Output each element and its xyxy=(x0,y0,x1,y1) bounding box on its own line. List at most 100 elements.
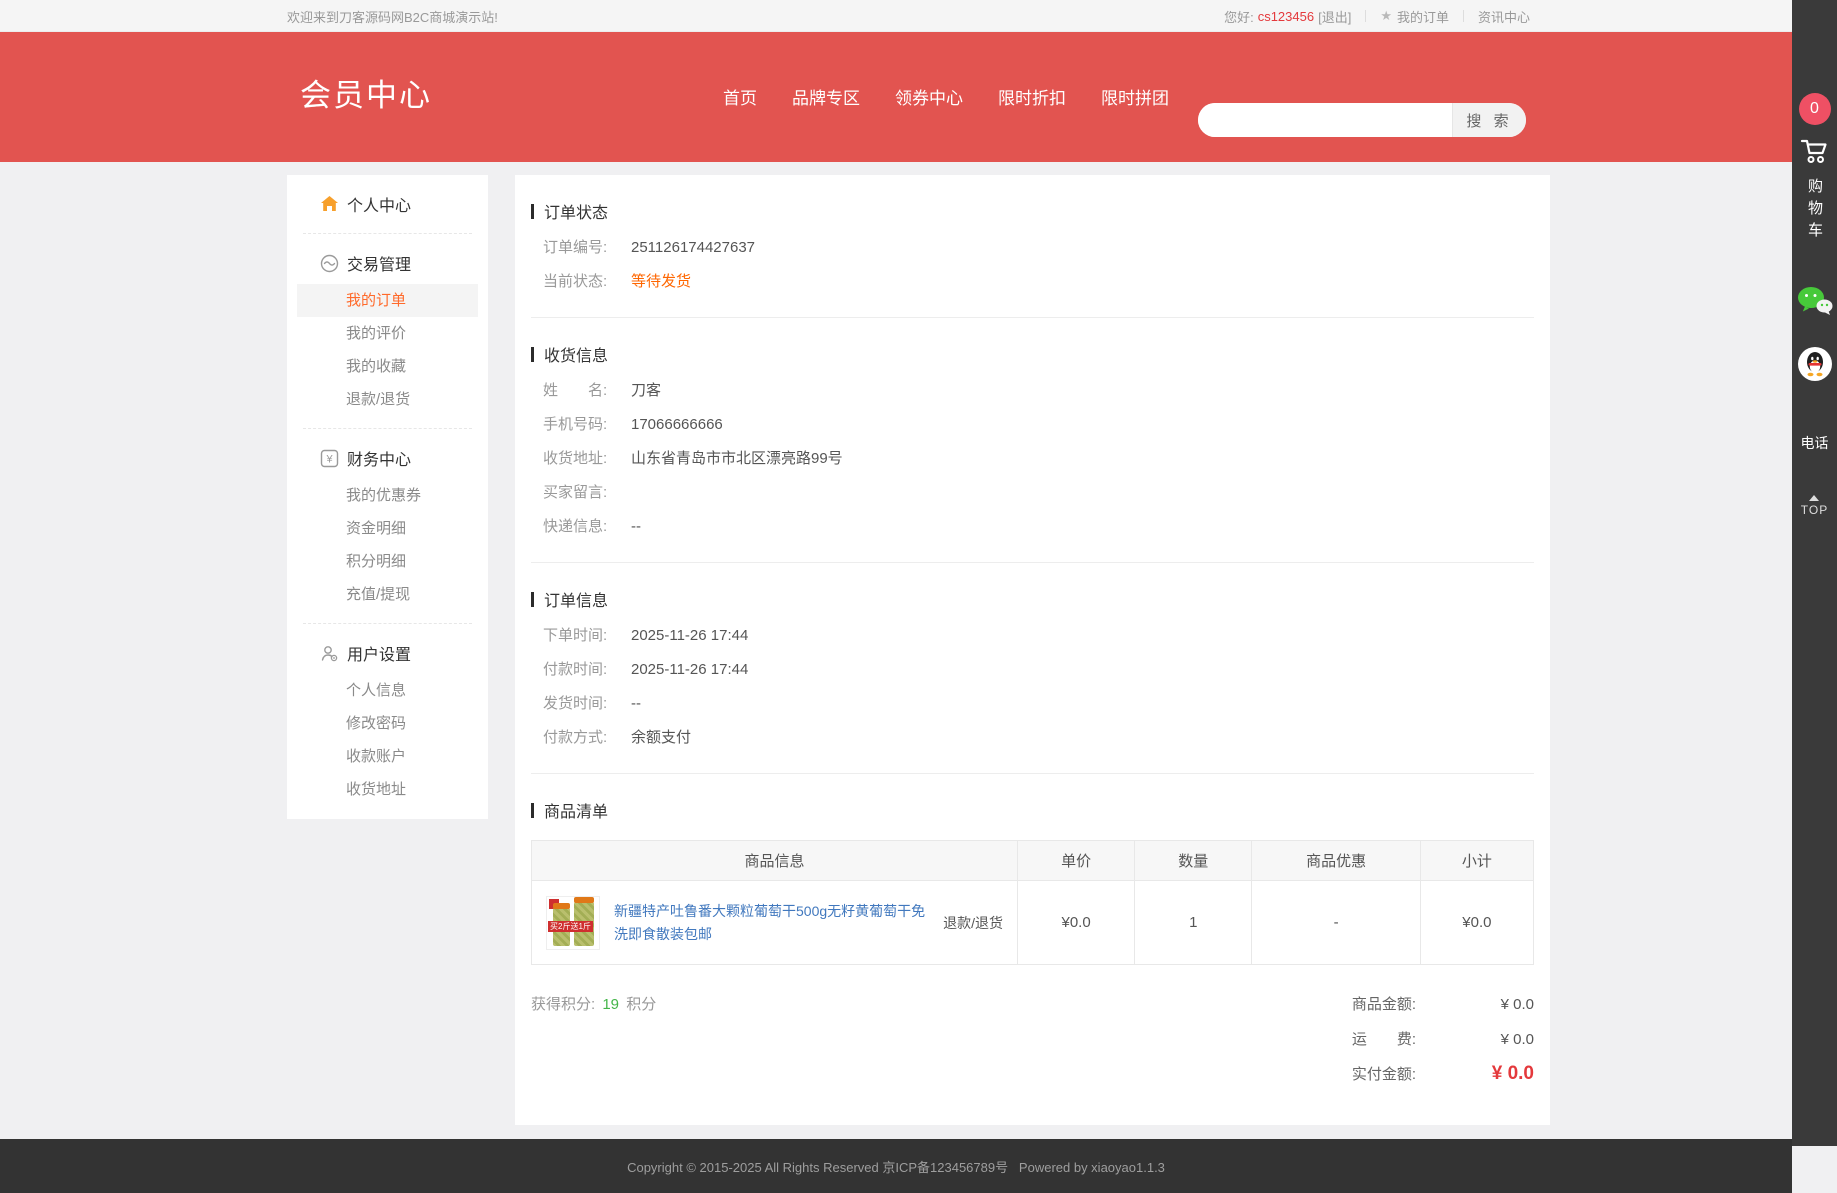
col-quantity: 数量 xyxy=(1135,841,1252,881)
order-status-value: 等待发货 xyxy=(631,272,691,291)
site-logo[interactable]: 会员中心 xyxy=(300,70,432,115)
nav-flash-discount[interactable]: 限时折扣 xyxy=(998,84,1066,109)
shipping-fee-value: ¥ 0.0 xyxy=(1416,1031,1534,1048)
goods-list-section: 商品清单 商品信息 单价 数量 商品优惠 小计 xyxy=(531,774,1534,1125)
section-title: 订单状态 xyxy=(531,199,1534,223)
phone-label: 手机号码: xyxy=(543,415,631,434)
address-value: 山东省青岛市市北区漂亮路99号 xyxy=(631,449,843,468)
phone-label[interactable]: 电话 xyxy=(1801,433,1829,453)
search-button[interactable]: 搜 索 xyxy=(1452,103,1526,137)
promo-ribbon: 买2斤送1斤 xyxy=(548,921,593,932)
goods-table: 商品信息 单价 数量 商品优惠 小计 xyxy=(531,840,1534,965)
trade-icon xyxy=(320,254,339,273)
points-earned: 获得积分: 19 积分 xyxy=(531,993,656,1099)
receiver-name-value: 刀客 xyxy=(631,381,661,400)
pay-time-value: 2025-11-26 17:44 xyxy=(631,660,748,679)
section-title: 商品清单 xyxy=(531,798,1534,822)
divider xyxy=(303,233,472,234)
courier-info-label: 快递信息: xyxy=(543,517,631,536)
ship-time-label: 发货时间: xyxy=(543,694,631,713)
sidebar-item-trade-management[interactable]: 交易管理 xyxy=(287,242,488,284)
address-label: 收货地址: xyxy=(543,449,631,468)
cart-icon[interactable] xyxy=(1799,137,1831,170)
wechat-icon[interactable] xyxy=(1797,286,1833,321)
nav-home[interactable]: 首页 xyxy=(723,84,757,109)
section-title: 收货信息 xyxy=(531,342,1534,366)
sidebar-group: 我的优惠券 资金明细 积分明细 充值/提现 xyxy=(287,479,488,615)
sidebar-item-my-favorites[interactable]: 我的收藏 xyxy=(297,350,478,383)
finance-icon: ¥ xyxy=(320,449,339,468)
sidebar-item-payment-account[interactable]: 收款账户 xyxy=(297,740,478,773)
points-value: 19 xyxy=(602,996,619,1013)
divider xyxy=(1463,10,1464,22)
sidebar-item-recharge-withdraw[interactable]: 充值/提现 xyxy=(297,578,478,611)
col-discount: 商品优惠 xyxy=(1252,841,1420,881)
top-arrow-icon xyxy=(1809,495,1819,501)
paid-amount-value: ¥ 0.0 xyxy=(1416,1063,1534,1085)
search-input[interactable] xyxy=(1198,103,1452,137)
user-settings-icon xyxy=(320,644,339,663)
username: cs123456 xyxy=(1258,9,1314,24)
topbar-news-link[interactable]: 资讯中心 xyxy=(1478,7,1530,26)
sidebar-group: 个人信息 修改密码 收款账户 收货地址 xyxy=(287,674,488,810)
courier-info-value: -- xyxy=(631,517,641,536)
divider xyxy=(303,428,472,429)
search-box: 搜 索 xyxy=(1198,103,1526,137)
sidebar-item-refunds[interactable]: 退款/退货 xyxy=(297,383,478,416)
sidebar-item-my-orders[interactable]: 我的订单 xyxy=(297,284,478,317)
product-title-link[interactable]: 新疆特产吐鲁番大颗粒葡萄干500g无籽黄葡萄干免洗即食散装包邮 xyxy=(614,900,934,946)
sidebar-item-finance-center[interactable]: ¥ 财务中心 xyxy=(287,437,488,479)
footer: Copyright © 2015-2025 All Rights Reserve… xyxy=(0,1139,1792,1193)
sidebar: 个人中心 交易管理 我的订单 我的评价 我的收藏 退款/退货 ¥ 财务中心 我的… xyxy=(287,175,488,819)
col-unit-price: 单价 xyxy=(1017,841,1134,881)
divider xyxy=(1365,10,1366,22)
totals-block: 商品金额: ¥ 0.0 运 费: ¥ 0.0 实付金额: ¥ 0.0 xyxy=(1352,993,1534,1099)
qq-icon[interactable] xyxy=(1798,347,1832,381)
pay-method-value: 余额支付 xyxy=(631,728,691,747)
sidebar-item-points-detail[interactable]: 积分明细 xyxy=(297,545,478,578)
order-no-label: 订单编号: xyxy=(543,238,631,257)
sidebar-group: 我的订单 我的评价 我的收藏 退款/退货 xyxy=(287,284,488,420)
page-content: 个人中心 交易管理 我的订单 我的评价 我的收藏 退款/退货 ¥ 财务中心 我的… xyxy=(287,175,1550,1125)
section-title: 订单信息 xyxy=(531,587,1534,611)
order-info-section: 订单信息 下单时间:2025-11-26 17:44 付款时间:2025-11-… xyxy=(531,563,1534,774)
star-icon: ★ xyxy=(1380,8,1392,24)
cart-count-badge: 0 xyxy=(1799,93,1831,125)
sidebar-item-change-password[interactable]: 修改密码 xyxy=(297,707,478,740)
order-time-value: 2025-11-26 17:44 xyxy=(631,626,748,645)
order-summary: 获得积分: 19 积分 商品金额: ¥ 0.0 运 费: ¥ 0.0 实付金额: xyxy=(531,993,1534,1099)
logout-link[interactable]: [退出] xyxy=(1318,7,1351,26)
cart-label[interactable]: 购物车 xyxy=(1804,178,1825,244)
shipping-fee-label: 运 费: xyxy=(1352,1028,1416,1049)
sidebar-item-funds-detail[interactable]: 资金明细 xyxy=(297,512,478,545)
order-status-section: 订单状态 订单编号: 251126174427637 当前状态: 等待发货 xyxy=(531,175,1534,318)
main-nav: 首页 品牌专区 领券中心 限时折扣 限时拼团 xyxy=(723,84,1169,109)
sidebar-item-personal-info[interactable]: 个人信息 xyxy=(297,674,478,707)
nav-group-deal[interactable]: 限时拼团 xyxy=(1101,84,1169,109)
table-row: 买2斤送1斤 新疆特产吐鲁番大颗粒葡萄干500g无籽黄葡萄干免洗即食散装包邮 退… xyxy=(532,881,1534,965)
sidebar-item-my-coupons[interactable]: 我的优惠券 xyxy=(297,479,478,512)
sidebar-item-shipping-address[interactable]: 收货地址 xyxy=(297,773,478,806)
goods-amount-label: 商品金额: xyxy=(1352,993,1416,1014)
nav-brand-zone[interactable]: 品牌专区 xyxy=(792,84,860,109)
home-icon xyxy=(320,195,339,213)
back-to-top-button[interactable]: TOP xyxy=(1801,495,1828,517)
phone-value: 17066666666 xyxy=(631,415,723,434)
order-no-value: 251126174427637 xyxy=(631,238,755,257)
topbar-my-orders-link[interactable]: 我的订单 xyxy=(1397,7,1449,26)
discount-cell: - xyxy=(1252,881,1420,965)
copyright-text: Copyright © 2015-2025 All Rights Reserve… xyxy=(627,1157,1165,1176)
greeting-label: 您好: xyxy=(1224,7,1254,26)
sidebar-item-my-reviews[interactable]: 我的评价 xyxy=(297,317,478,350)
nav-coupon-center[interactable]: 领券中心 xyxy=(895,84,963,109)
product-thumbnail[interactable]: 买2斤送1斤 xyxy=(546,896,600,950)
receiver-name-label: 姓 名: xyxy=(543,381,631,400)
paid-amount-label: 实付金额: xyxy=(1352,1063,1416,1084)
refund-link[interactable]: 退款/退货 xyxy=(943,913,1003,933)
sidebar-item-personal-center[interactable]: 个人中心 xyxy=(287,183,488,225)
sidebar-item-user-settings[interactable]: 用户设置 xyxy=(287,632,488,674)
order-time-label: 下单时间: xyxy=(543,626,631,645)
ship-time-value: -- xyxy=(631,694,641,713)
divider xyxy=(303,623,472,624)
col-product-info: 商品信息 xyxy=(532,841,1018,881)
